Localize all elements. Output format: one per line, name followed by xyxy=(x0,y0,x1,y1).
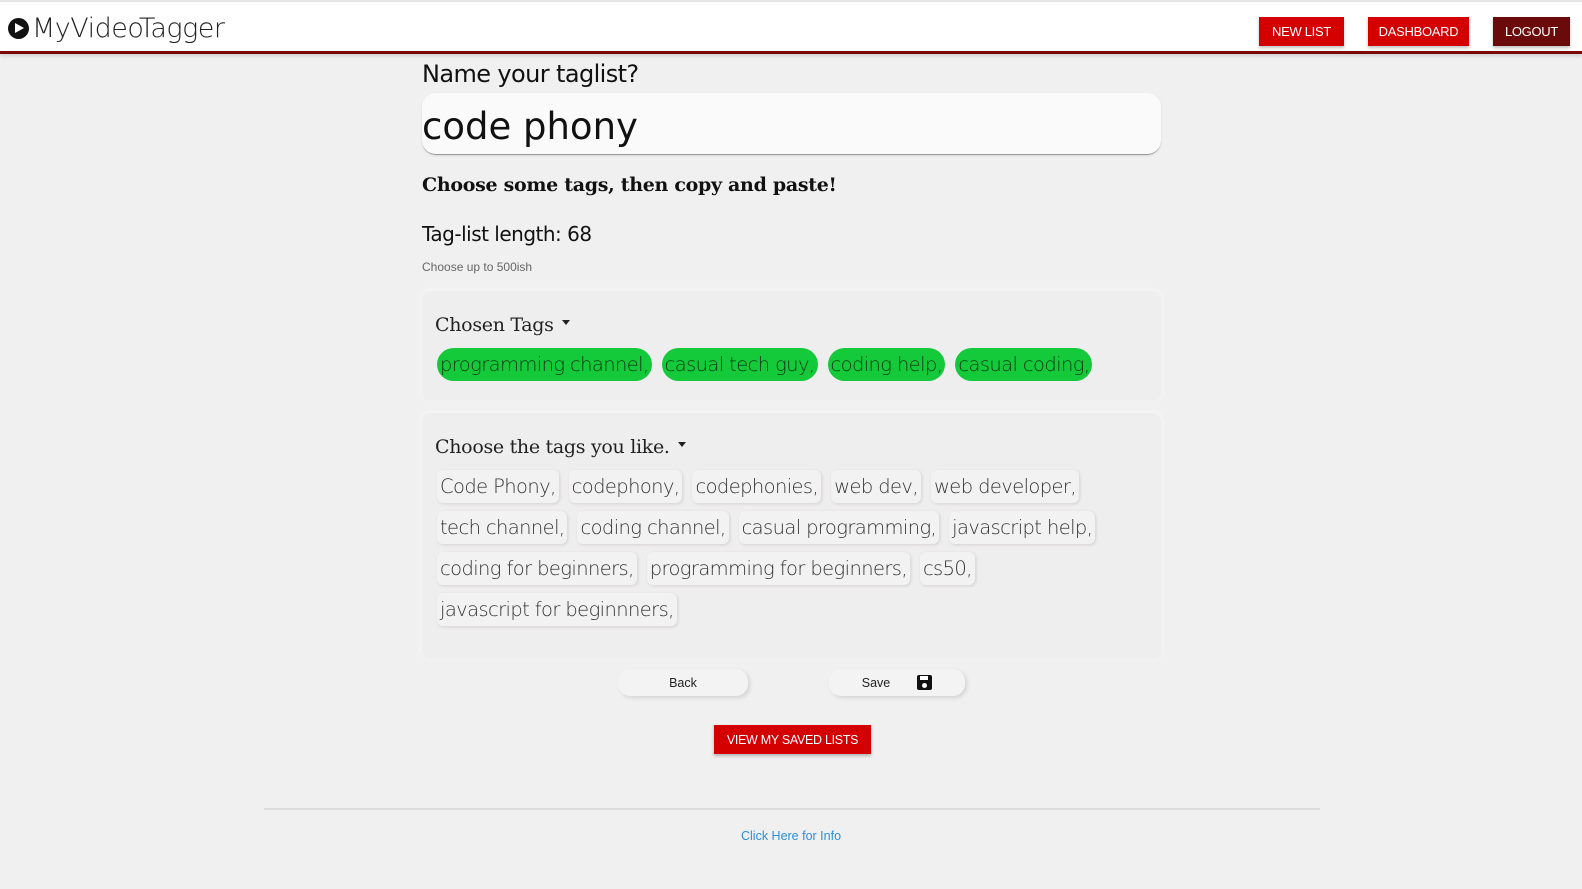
tag-option[interactable]: cs50, xyxy=(919,552,975,585)
navbar: MyVideoTagger NEW LIST DASHBOARD LOGOUT xyxy=(0,0,1582,54)
tag-option[interactable]: codephony, xyxy=(568,470,683,503)
chosen-tag[interactable]: programming channel, xyxy=(437,348,652,381)
chosen-tags-list: programming channel, casual tech guy, co… xyxy=(437,348,1121,389)
logout-button[interactable]: LOGOUT xyxy=(1493,17,1570,46)
tag-option[interactable]: coding channel, xyxy=(577,511,729,544)
available-tags-title: Choose the tags you like. xyxy=(435,436,670,458)
brand-name: MyVideoTagger xyxy=(32,13,225,44)
available-tags-list: Code Phony, codephony, codephonies, web … xyxy=(437,470,1121,634)
tag-option[interactable]: casual programming, xyxy=(738,511,940,544)
chosen-tags-toggle[interactable]: Chosen Tags xyxy=(435,314,570,336)
available-tags-toggle[interactable]: Choose the tags you like. xyxy=(435,436,686,458)
tag-option[interactable]: javascript for beginnners, xyxy=(437,593,677,626)
tag-list-length: Tag-list length: 68 xyxy=(422,222,592,246)
tag-option[interactable]: programming for beginners, xyxy=(646,552,910,585)
back-button[interactable]: Back xyxy=(618,669,748,696)
tag-option[interactable]: codephonies, xyxy=(692,470,822,503)
save-label: Save xyxy=(861,675,891,690)
instructions-text: Choose some tags, then copy and paste! xyxy=(422,174,837,196)
tag-option[interactable]: Code Phony, xyxy=(437,470,559,503)
chosen-tags-title: Chosen Tags xyxy=(435,314,554,336)
new-list-button[interactable]: NEW LIST xyxy=(1259,17,1344,46)
available-tags-panel: Choose the tags you like. Code Phony, co… xyxy=(422,413,1161,658)
tag-option[interactable]: coding for beginners, xyxy=(437,552,637,585)
view-saved-lists-button[interactable]: VIEW MY SAVED LISTS xyxy=(714,725,871,754)
save-button[interactable]: Save xyxy=(829,669,965,696)
brand[interactable]: MyVideoTagger xyxy=(8,13,225,44)
chosen-tag[interactable]: coding help, xyxy=(827,348,946,381)
chosen-tags-panel: Chosen Tags programming channel, casual … xyxy=(422,291,1161,400)
caret-down-icon xyxy=(561,319,570,325)
chosen-tag[interactable]: casual tech guy, xyxy=(661,348,818,381)
length-hint: Choose up to 500ish xyxy=(422,260,533,274)
taglist-name-label: Name your taglist? xyxy=(422,60,639,88)
play-circle-icon xyxy=(8,18,29,39)
tag-option[interactable]: web developer, xyxy=(930,470,1079,503)
back-label: Back xyxy=(669,675,697,690)
tag-option[interactable]: tech channel, xyxy=(437,511,568,544)
floppy-disk-icon xyxy=(917,675,933,690)
dashboard-button[interactable]: DASHBOARD xyxy=(1368,17,1469,46)
chosen-tag[interactable]: casual coding, xyxy=(955,348,1093,381)
caret-down-icon xyxy=(677,441,686,447)
tag-option[interactable]: web dev, xyxy=(831,470,921,503)
info-link[interactable]: Click Here for Info xyxy=(0,829,1582,843)
footer-divider xyxy=(264,808,1320,810)
tag-option[interactable]: javascript help, xyxy=(949,511,1096,544)
taglist-name-input[interactable] xyxy=(422,93,1161,155)
